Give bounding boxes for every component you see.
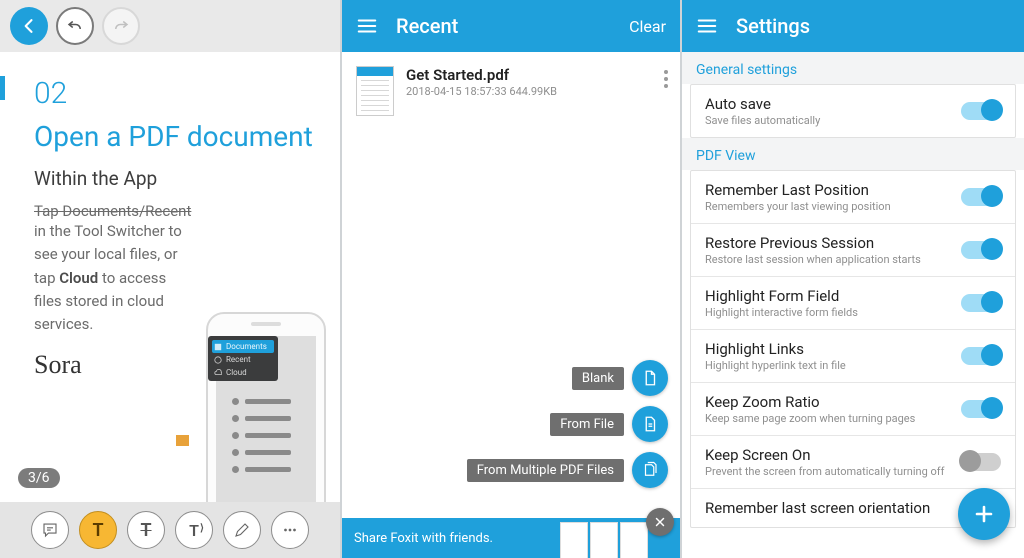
menu-icon[interactable] — [356, 15, 378, 37]
pdf-viewer-pane: 02 Open a PDF document Within the App Ta… — [0, 0, 342, 558]
setting-auto-save[interactable]: Auto saveSave files automatically — [691, 85, 1015, 137]
doc-subheading: Within the App — [34, 167, 316, 190]
tool-more[interactable] — [271, 511, 309, 549]
page-indicator[interactable]: 3/6 — [18, 468, 60, 488]
fab-label-from-file: From File — [550, 413, 624, 436]
tool-strikethrough[interactable]: T — [127, 511, 165, 549]
file-thumbnail — [356, 66, 394, 116]
comment-icon — [41, 521, 59, 539]
blank-page-icon — [641, 369, 659, 387]
settings-title: Settings — [736, 14, 1010, 38]
tool-text-edit[interactable]: T⟩ — [175, 511, 213, 549]
undo-button[interactable] — [56, 7, 94, 45]
files-stack-icon — [641, 461, 659, 479]
plus-icon — [972, 502, 996, 526]
pencil-icon — [233, 521, 251, 539]
setting-keep-zoom[interactable]: Keep Zoom RatioKeep same page zoom when … — [691, 382, 1015, 435]
toggle-keep-screen-on[interactable] — [961, 453, 1001, 471]
recent-pane: Recent Clear Get Started.pdf 2018-04-15 … — [342, 0, 682, 558]
settings-pane: Settings General settings Auto saveSave … — [682, 0, 1024, 558]
fab-blank[interactable] — [632, 360, 668, 396]
toggle-restore-session[interactable] — [961, 241, 1001, 259]
doc-strike-line: Tap Documents/Recent — [34, 202, 316, 220]
text-t-icon: T — [92, 520, 103, 541]
page-number-large: 02 — [34, 76, 316, 111]
section-general: General settings — [682, 52, 1024, 84]
toggle-highlight-form-field[interactable] — [961, 294, 1001, 312]
redo-button[interactable] — [102, 7, 140, 45]
clear-button[interactable]: Clear — [629, 17, 666, 36]
fab-from-multiple[interactable] — [632, 452, 668, 488]
section-pdf-view: PDF View — [682, 138, 1024, 170]
recent-title: Recent — [396, 14, 629, 38]
setting-highlight-form-field[interactable]: Highlight Form FieldHighlight interactiv… — [691, 276, 1015, 329]
document-page[interactable]: 02 Open a PDF document Within the App Ta… — [0, 52, 340, 502]
doc-heading: Open a PDF document — [34, 121, 316, 153]
file-more-button[interactable] — [664, 66, 668, 88]
toggle-highlight-links[interactable] — [961, 347, 1001, 365]
setting-highlight-links[interactable]: Highlight LinksHighlight hyperlink text … — [691, 329, 1015, 382]
text-strike-icon: T — [140, 520, 151, 541]
banner-doc-icons — [560, 522, 648, 558]
setting-remember-position[interactable]: Remember Last PositionRemembers your las… — [691, 171, 1015, 223]
setting-keep-screen-on[interactable]: Keep Screen OnPrevent the screen from au… — [691, 435, 1015, 488]
recent-file-item[interactable]: Get Started.pdf 2018-04-15 18:57:33 644.… — [342, 52, 680, 126]
comment-marker-icon[interactable] — [176, 435, 189, 446]
redo-icon — [112, 17, 130, 35]
undo-icon — [66, 17, 84, 35]
arrow-left-icon — [19, 16, 39, 36]
banner-close-button[interactable] — [646, 508, 674, 536]
tool-highlight-text[interactable]: T — [79, 511, 117, 549]
close-icon — [653, 515, 667, 529]
settings-header: Settings — [682, 0, 1024, 52]
file-meta: 2018-04-15 18:57:33 644.99KB — [406, 85, 652, 98]
file-icon — [641, 415, 659, 433]
tool-comment[interactable] — [31, 511, 69, 549]
tool-draw[interactable] — [223, 511, 261, 549]
viewer-toolbar: T T T⟩ — [0, 502, 340, 558]
fab-label-blank: Blank — [572, 367, 624, 390]
phone-illustration: Documents Recent Cloud — [206, 312, 326, 532]
viewer-topbar — [0, 0, 340, 52]
back-button[interactable] — [10, 7, 48, 45]
setting-restore-session[interactable]: Restore Previous SessionRestore last ses… — [691, 223, 1015, 276]
create-fab-stack: Blank From File From Multiple PDF Files — [467, 360, 668, 488]
fab-from-file[interactable] — [632, 406, 668, 442]
add-fab[interactable] — [958, 488, 1010, 540]
fab-label-from-multiple: From Multiple PDF Files — [467, 459, 624, 482]
recent-header: Recent Clear — [342, 0, 680, 52]
toggle-keep-zoom[interactable] — [961, 400, 1001, 418]
share-banner-text: Share Foxit with friends. — [354, 531, 493, 546]
file-name: Get Started.pdf — [406, 66, 652, 84]
text-cursor-icon: T⟩ — [189, 521, 199, 540]
accent-bar — [0, 76, 5, 100]
phone-menu-overlay: Documents Recent Cloud — [208, 336, 278, 381]
menu-icon[interactable] — [696, 15, 718, 37]
doc-paragraph: in the Tool Switcher to see your local f… — [34, 220, 194, 336]
toggle-remember-position[interactable] — [961, 188, 1001, 206]
toggle-auto-save[interactable] — [961, 102, 1001, 120]
more-horizontal-icon — [281, 521, 299, 539]
share-banner[interactable]: Share Foxit with friends. — [342, 518, 680, 558]
